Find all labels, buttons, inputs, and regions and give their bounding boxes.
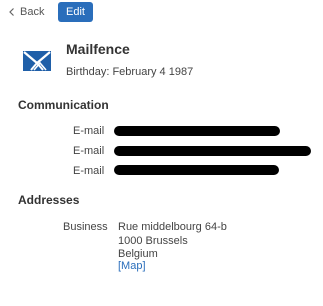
- mailfence-logo-icon: [23, 51, 51, 71]
- communication-section-title: Communication: [18, 98, 109, 112]
- email-value-1-redacted: [114, 126, 280, 136]
- contact-name: Mailfence: [66, 41, 130, 57]
- email-value-2-redacted: [114, 146, 311, 156]
- edit-button[interactable]: Edit: [58, 2, 93, 22]
- toolbar: Back Edit: [0, 0, 323, 26]
- back-label: Back: [20, 6, 45, 18]
- chevron-left-icon: [9, 8, 14, 16]
- email-label-2: E-mail: [73, 145, 105, 157]
- contact-birthday: Birthday: February 4 1987: [66, 66, 194, 78]
- email-value-3-redacted: [114, 165, 279, 175]
- edit-label: Edit: [66, 6, 85, 18]
- email-label-1: E-mail: [73, 125, 105, 137]
- address-city: 1000 Brussels: [118, 235, 188, 247]
- back-button[interactable]: Back: [7, 3, 44, 21]
- addresses-section-title: Addresses: [18, 193, 80, 207]
- address-type-label: Business: [63, 221, 108, 233]
- map-link[interactable]: [Map]: [118, 260, 146, 272]
- address-country: Belgium: [118, 248, 158, 260]
- email-label-3: E-mail: [73, 165, 105, 177]
- address-street: Rue middelbourg 64-b: [118, 221, 227, 233]
